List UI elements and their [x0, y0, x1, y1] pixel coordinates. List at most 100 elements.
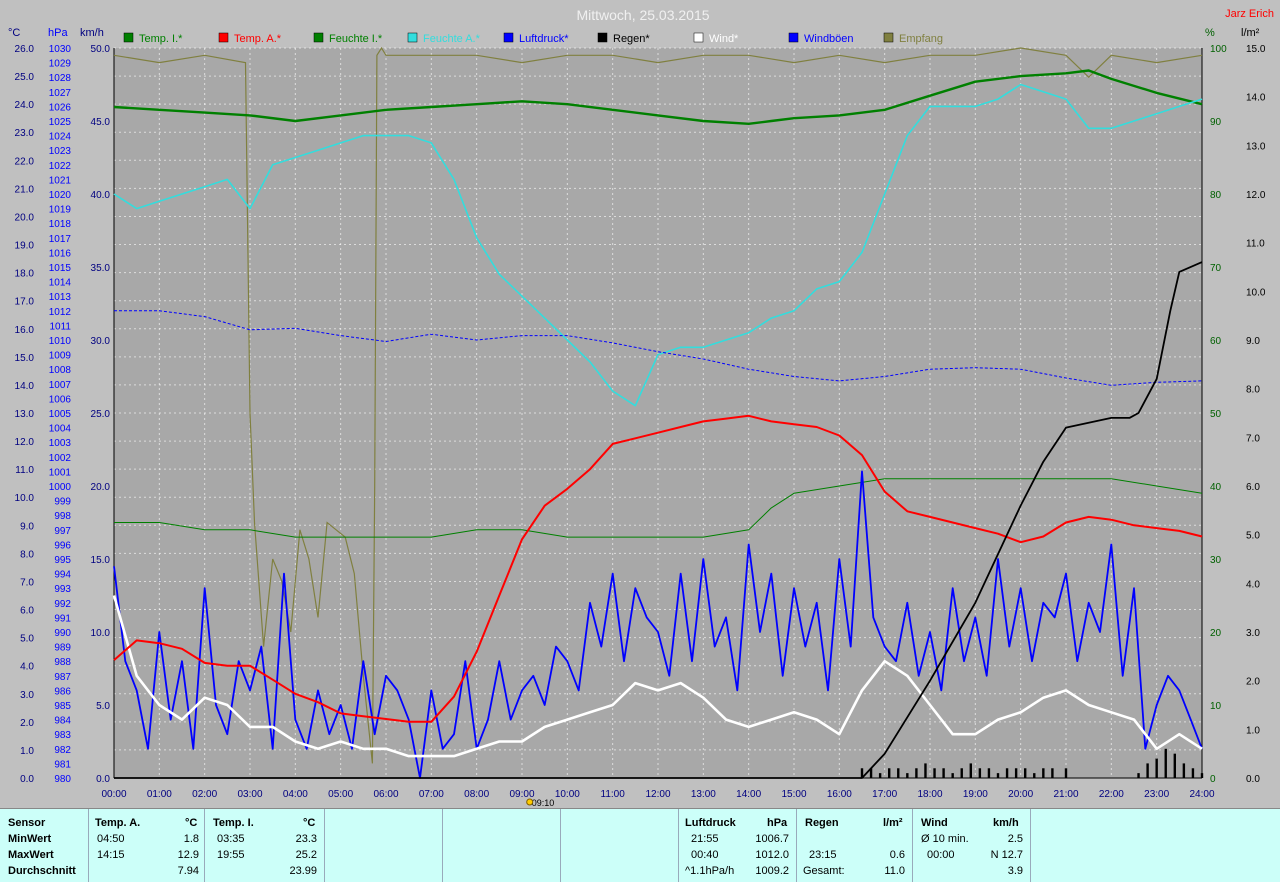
- rain-tick-label: 10.0: [1246, 287, 1266, 298]
- wind-tick-label: 35.0: [91, 263, 111, 274]
- temp-tick-label: 1.0: [20, 746, 34, 757]
- pressure-tick-label: 987: [54, 672, 71, 683]
- temp-tick-label: 3.0: [20, 690, 34, 701]
- x-tick-label: 08:00: [464, 789, 489, 800]
- rain-bar: [878, 773, 882, 778]
- temp-tick-label: 25.0: [15, 72, 35, 83]
- stats-rain-column: Regen l/m² 23:15 0.6 Gesamt: 11.0: [796, 809, 913, 882]
- rain-bar: [1014, 768, 1018, 778]
- rain-bar: [1024, 768, 1027, 778]
- pressure-tick-label: 1006: [49, 394, 72, 405]
- pressure-tick-label: 990: [54, 628, 71, 639]
- rain-bar: [897, 768, 900, 778]
- stats-labels-column: Sensor MinWert MaxWert Durchschnitt: [0, 809, 88, 882]
- temp-tick-label: 11.0: [15, 465, 34, 476]
- legend-item-label: Luftdruck*: [519, 33, 569, 45]
- legend-swatch: [597, 32, 608, 43]
- stats-label-sensor: Sensor: [8, 817, 46, 829]
- pressure-tick-label: 999: [54, 497, 71, 508]
- pressure-tick-label: 1009: [49, 351, 72, 362]
- wind-tick-label: 15.0: [91, 555, 111, 566]
- x-tick-label: 00:00: [101, 789, 126, 800]
- rain-bar: [960, 768, 963, 778]
- pressure-tick-label: 1027: [49, 88, 72, 99]
- unit-kmh: km/h: [80, 27, 104, 39]
- legend-item-label: Wind*: [709, 33, 739, 45]
- wind-tick-label: 45.0: [91, 117, 111, 128]
- temp-a-max-value: 12.9: [177, 849, 199, 861]
- rain-bar: [1146, 763, 1149, 778]
- unit-lm2: l/m²: [1241, 27, 1260, 39]
- rain-bar: [1042, 768, 1045, 778]
- rain-bar: [978, 768, 982, 778]
- pressure-tick-label: 1024: [49, 132, 72, 143]
- rain-tick-label: 5.0: [1246, 531, 1260, 542]
- pressure-tick-label: 982: [54, 745, 71, 756]
- temp-tick-label: 10.0: [15, 493, 35, 504]
- humidity-tick-label: 60: [1210, 336, 1222, 347]
- unit-hpa: hPa: [48, 27, 68, 39]
- x-tick-label: 04:00: [283, 789, 308, 800]
- legend-item-label: Regen*: [613, 33, 650, 45]
- pressure-tick-label: 984: [54, 716, 71, 727]
- wind-max-value: N 12.7: [990, 849, 1023, 861]
- pressure-tick-label: 985: [54, 701, 71, 712]
- humidity-tick-label: 10: [1210, 701, 1222, 712]
- pressure-tick-label: 1001: [49, 467, 72, 478]
- stats-empty-column-2: [442, 809, 561, 882]
- wind-tick-label: 25.0: [91, 409, 111, 420]
- temp-a-header: Temp. A.: [95, 817, 141, 829]
- wind-tick-label: 5.0: [96, 701, 110, 712]
- rain-bar: [969, 763, 972, 778]
- legend: Temp. I.* Temp. A.* Feuchte I.* Feuchte A.*…: [123, 32, 943, 45]
- temp-tick-label: 16.0: [15, 325, 35, 336]
- rain-tick-label: 11.0: [1246, 239, 1265, 250]
- rain-bar: [1005, 768, 1009, 778]
- pressure-tick-label: 1015: [49, 263, 72, 274]
- rain-bar: [996, 773, 1000, 778]
- x-tick-label: 05:00: [328, 789, 353, 800]
- wind-tick-label: 0.0: [96, 774, 110, 785]
- weather-chart: Mittwoch, 25.03.2015 Jarz Erich °C hPa k…: [0, 0, 1280, 808]
- legend-item-label: Feuchte I.*: [329, 33, 383, 45]
- humidity-tick-label: 70: [1210, 263, 1222, 274]
- stats-label-max: MaxWert: [8, 849, 54, 861]
- rain-bar: [951, 773, 954, 778]
- legend-swatch: [218, 32, 229, 43]
- rain-tick-label: 8.0: [1246, 385, 1260, 396]
- pressure-tick-label: 1017: [49, 234, 72, 245]
- rain-tick-label: 3.0: [1246, 628, 1260, 639]
- wind-max-time: 00:00: [927, 849, 955, 861]
- temp-tick-label: 23.0: [15, 128, 35, 139]
- pressure-tick-label: 1002: [49, 453, 72, 464]
- temp-tick-label: 5.0: [20, 634, 34, 645]
- rain-tick-label: 0.0: [1246, 774, 1260, 785]
- stats-label-avg: Durchschnitt: [8, 865, 76, 877]
- pressure-tick-label: 991: [54, 613, 71, 624]
- pressure-tick-label: 1013: [49, 292, 72, 303]
- rain-bar: [1155, 758, 1158, 778]
- stats-empty-column-1: [324, 809, 443, 882]
- pressure-tick-label: 1023: [49, 146, 72, 157]
- rain-bar: [888, 768, 891, 778]
- rain-bar: [1033, 773, 1036, 778]
- legend-item-label: Windböen: [804, 33, 854, 45]
- wind-tick-label: 30.0: [91, 336, 111, 347]
- rain-bar: [1064, 768, 1068, 778]
- x-tick-label: 03:00: [237, 789, 262, 800]
- rain-bar: [987, 768, 991, 778]
- temp-tick-label: 20.0: [15, 212, 35, 223]
- rain-tick-label: 13.0: [1246, 141, 1266, 152]
- humidity-tick-label: 100: [1210, 44, 1227, 55]
- pressure-tick-label: 1014: [49, 278, 72, 289]
- humidity-tick-label: 40: [1210, 482, 1222, 493]
- chart-title: Mittwoch, 25.03.2015: [576, 7, 709, 23]
- temp-a-unit: °C: [185, 817, 198, 829]
- pressure-avg-value: 1009.2: [755, 865, 789, 877]
- stats-temp-a-column: Temp. A. °C 04:50 1.8 14:15 12.9 7.94: [88, 809, 205, 882]
- pressure-header: Luftdruck: [685, 817, 736, 829]
- wind-tick-label: 20.0: [91, 482, 111, 493]
- rain-total-label: Gesamt:: [803, 865, 845, 877]
- pressure-tick-label: 1028: [49, 73, 72, 84]
- legend-swatch: [313, 32, 324, 43]
